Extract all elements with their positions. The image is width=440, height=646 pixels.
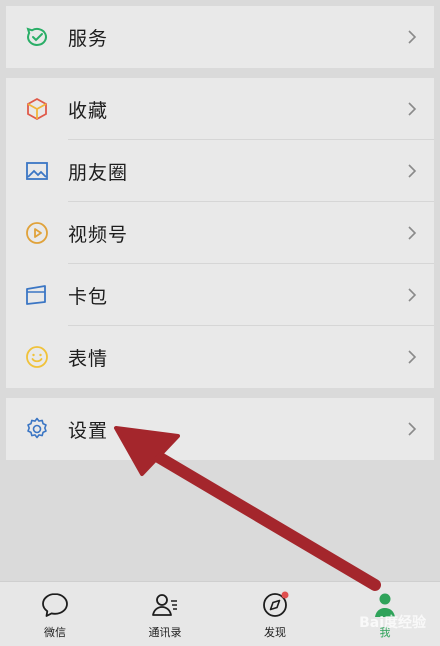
menu-item-label: 表情 <box>68 347 109 370</box>
chevron-right-icon <box>404 101 420 117</box>
tab-discover[interactable]: 发现 <box>220 582 330 646</box>
favorites-cube-icon <box>24 96 50 122</box>
tab-label: 微信 <box>44 626 66 639</box>
settings-gear-icon <box>24 416 50 442</box>
menu-item-label: 收藏 <box>68 99 109 122</box>
menu-item-label: 设置 <box>68 419 109 442</box>
chat-bubble-icon <box>42 593 68 617</box>
watermark-text: Bai度经验 <box>359 615 426 631</box>
menu-item-stickers[interactable]: 表情 <box>6 326 434 388</box>
tab-label: 通讯录 <box>148 626 182 639</box>
tab-label: 发现 <box>264 626 286 639</box>
discover-compass-icon <box>263 591 289 617</box>
menu-item-moments[interactable]: 朋友圈 <box>6 140 434 202</box>
wechat-me-screen: 服务 收藏 朋友圈 视频号 卡包 表情 设置 微信 通讯录 发现 我 Bai度经… <box>0 0 440 646</box>
notification-dot-icon <box>281 591 289 599</box>
menu-item-channels[interactable]: 视频号 <box>6 202 434 264</box>
moments-picture-icon <box>24 158 50 184</box>
settings-group: 设置 <box>6 398 434 460</box>
chevron-right-icon <box>404 287 420 303</box>
features-group: 收藏 朋友圈 视频号 卡包 表情 <box>6 78 434 388</box>
services-group: 服务 <box>6 6 434 68</box>
chevron-right-icon <box>404 349 420 365</box>
channels-play-icon <box>24 220 50 246</box>
tab-contacts[interactable]: 通讯录 <box>110 582 220 646</box>
card-wallet-icon <box>24 282 50 308</box>
menu-item-card-wallet[interactable]: 卡包 <box>6 264 434 326</box>
menu-item-label: 卡包 <box>68 285 109 308</box>
menu-item-label: 朋友圈 <box>68 161 129 184</box>
chevron-right-icon <box>404 225 420 241</box>
contacts-icon <box>152 594 177 616</box>
menu-item-label: 视频号 <box>68 223 129 246</box>
service-icon <box>24 24 50 50</box>
menu-item-label: 服务 <box>68 27 109 50</box>
sticker-smile-icon <box>24 344 50 370</box>
chevron-right-icon <box>404 421 420 437</box>
menu-item-settings[interactable]: 设置 <box>6 398 434 460</box>
chevron-right-icon <box>404 163 420 179</box>
tab-chats[interactable]: 微信 <box>0 582 110 646</box>
menu-item-favorites[interactable]: 收藏 <box>6 78 434 140</box>
chevron-right-icon <box>404 29 420 45</box>
menu-item-service[interactable]: 服务 <box>6 6 434 68</box>
